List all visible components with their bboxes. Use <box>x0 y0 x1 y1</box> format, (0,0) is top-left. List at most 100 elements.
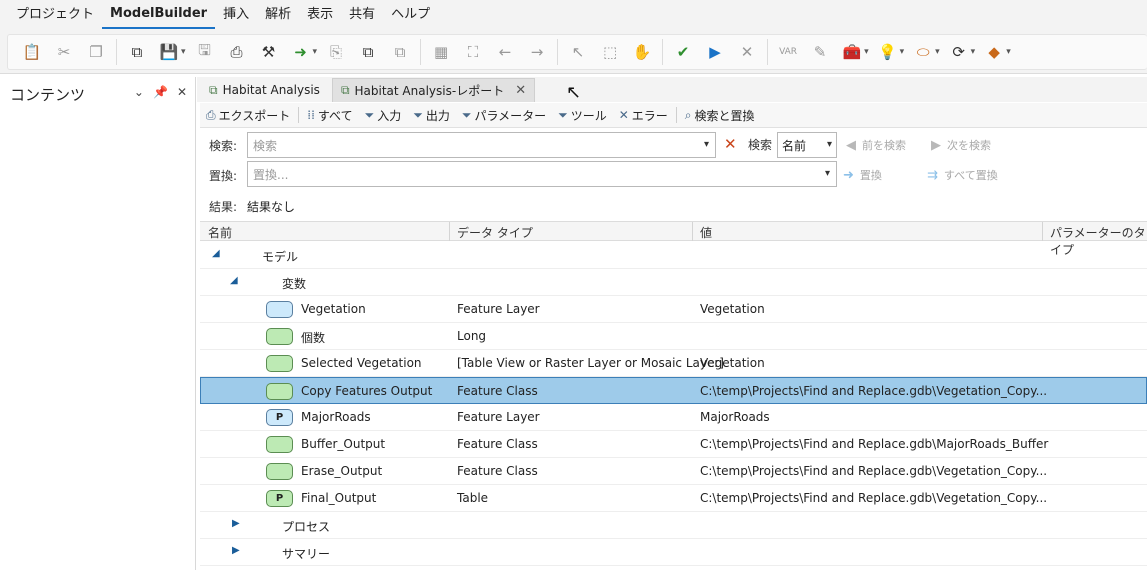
expanded-triangle-icon[interactable]: ◢ <box>230 275 238 286</box>
tab-habitat-analysis[interactable]: ⧉ Habitat Analysis <box>201 78 328 102</box>
output-filter-button[interactable]: ⏷ 出力 <box>413 107 450 124</box>
layout-icon[interactable]: ⧉ <box>389 41 411 63</box>
column-divider[interactable] <box>1042 222 1043 241</box>
fit-icon[interactable]: ⛶ <box>462 41 484 63</box>
table-row[interactable]: Selected Vegetation [Table View or Raste… <box>200 350 1147 377</box>
menu-help[interactable]: ヘルプ <box>383 0 438 30</box>
variable-value: MajorRoads <box>700 410 770 424</box>
variable-icon <box>266 328 293 345</box>
lightbulb-icon[interactable]: 💡 <box>877 41 899 63</box>
tree-row-process[interactable]: ▶ プロセス <box>200 512 1147 539</box>
find-next-button[interactable]: ▶ 次を検索 <box>931 137 991 153</box>
clear-search-icon[interactable]: ✕ <box>724 135 737 153</box>
lightbulb-dropdown-icon[interactable]: ▾ <box>900 47 905 57</box>
toolbox-dropdown-icon[interactable]: ▾ <box>864 47 869 57</box>
iterator-dropdown-icon[interactable]: ▾ <box>971 47 976 57</box>
menu-view[interactable]: 表示 <box>299 0 341 30</box>
menu-analysis[interactable]: 解析 <box>257 0 299 30</box>
tree-row-model[interactable]: ◢ モデル <box>200 242 1147 269</box>
toolbox-icon[interactable]: 🧰 <box>841 41 863 63</box>
menu-modelbuilder[interactable]: ModelBuilder <box>102 1 216 29</box>
table-row[interactable]: P MajorRoads Feature Layer MajorRoads <box>200 404 1147 431</box>
copy-icon[interactable]: ❐ <box>85 41 107 63</box>
replace-input[interactable]: 置換... ▾ <box>247 161 837 187</box>
column-header-name[interactable]: 名前 <box>208 224 232 241</box>
tool-filter-button[interactable]: ⏷ ツール <box>558 107 607 124</box>
next-icon[interactable]: → <box>526 41 548 63</box>
run-icon[interactable]: ▶ <box>704 41 726 63</box>
edit-icon[interactable]: ✎ <box>809 41 831 63</box>
error-filter-button[interactable]: ✕ エラー <box>619 107 668 124</box>
ribbon-separator <box>767 39 769 65</box>
input-filter-button[interactable]: ⏷ 入力 <box>365 107 402 124</box>
table-row-selected[interactable]: Copy Features Output Feature Class C:\te… <box>200 377 1147 404</box>
iterator-icon[interactable]: ⟳ <box>948 41 970 63</box>
menu-share[interactable]: 共有 <box>341 0 383 30</box>
table-row[interactable]: 個数 Long <box>200 323 1147 350</box>
chevron-down-icon[interactable]: ⌄ <box>134 85 144 99</box>
tab-habitat-analysis-report[interactable]: ⧉ Habitat Analysis-レポート ✕ <box>331 78 536 102</box>
table-row[interactable]: P Final_Output Table C:\temp\Projects\Fi… <box>200 485 1147 512</box>
expanded-triangle-icon[interactable]: ◢ <box>212 248 220 259</box>
validate-icon[interactable]: ✔ <box>672 41 694 63</box>
tree-row-variables[interactable]: ◢ 変数 <box>200 269 1147 296</box>
collapsed-triangle-icon[interactable]: ▶ <box>232 518 240 529</box>
table-row[interactable]: Buffer_Output Feature Class C:\temp\Proj… <box>200 431 1147 458</box>
parameter-filter-button[interactable]: ⏷ パラメーター <box>462 107 546 124</box>
utilities-dropdown-icon[interactable]: ▾ <box>1006 47 1011 57</box>
close-tab-icon[interactable]: ✕ <box>515 83 526 98</box>
variable-data-type: Feature Class <box>457 384 538 398</box>
ribbon: 📋 ✂ ❐ ⧉ 💾 ▾ 🖫 ⎙ ⚒ ➜ ▾ ⎘ ⧉ ⧉ ▦ ⛶ ← → ↖ ⬚ ✋ … <box>0 30 1147 74</box>
column-divider[interactable] <box>449 222 450 241</box>
menu-project[interactable]: プロジェクト <box>8 0 102 30</box>
select-all-icon[interactable]: ⬚ <box>599 41 621 63</box>
replace-all-button[interactable]: ⇉ すべて置換 <box>927 167 998 183</box>
chevron-down-icon[interactable]: ▾ <box>825 168 830 179</box>
label-icon[interactable]: ⬭ <box>912 41 934 63</box>
parameter-label: パラメーター <box>474 108 547 123</box>
export-icon[interactable]: ⎙ <box>226 41 248 63</box>
model-group-icon[interactable]: ⧉ <box>357 41 379 63</box>
find-previous-button[interactable]: ◀ 前を検索 <box>846 137 906 153</box>
collapsed-triangle-icon[interactable]: ▶ <box>232 545 240 556</box>
menu-insert[interactable]: 挿入 <box>215 0 257 30</box>
tools-icon[interactable]: ⚒ <box>258 41 280 63</box>
label-dropdown-icon[interactable]: ▾ <box>935 47 940 57</box>
report-icon[interactable]: ⎘ <box>325 41 347 63</box>
table-row[interactable]: Erase_Output Feature Class C:\temp\Proje… <box>200 458 1147 485</box>
ribbon-separator <box>557 39 559 65</box>
column-header-data-type[interactable]: データ タイプ <box>457 224 533 241</box>
close-icon[interactable]: ✕ <box>177 85 187 99</box>
pin-icon[interactable]: 📌 <box>153 85 168 99</box>
variable-name: 個数 <box>301 331 326 345</box>
variable-icon[interactable]: VAR <box>777 41 799 63</box>
pan-icon[interactable]: ✋ <box>631 41 653 63</box>
model-icon[interactable]: ⧉ <box>126 41 148 63</box>
triangle-right-icon: ▶ <box>931 137 941 153</box>
save-icon[interactable]: 💾 <box>158 41 180 63</box>
auto-layout-icon[interactable]: ▦ <box>430 41 452 63</box>
search-button[interactable]: 検索 <box>748 136 772 153</box>
tree-row-summary[interactable]: ▶ サマリー <box>200 539 1147 566</box>
table-row[interactable]: Vegetation Feature Layer Vegetation <box>200 296 1147 323</box>
replace-button[interactable]: ➜ 置換 <box>843 167 882 183</box>
select-icon[interactable]: ↖ <box>567 41 589 63</box>
run-arrow-dropdown-icon[interactable]: ▾ <box>313 47 318 57</box>
column-divider[interactable] <box>692 222 693 241</box>
stop-icon[interactable]: ✕ <box>736 41 758 63</box>
chevron-down-icon[interactable]: ▾ <box>704 139 709 150</box>
save-as-icon[interactable]: 🖫 <box>194 41 216 63</box>
search-by-select[interactable]: 名前 ▾ <box>777 132 837 158</box>
error-filter-icon: ✕ <box>618 108 629 122</box>
save-dropdown-icon[interactable]: ▾ <box>181 47 186 57</box>
cut-icon[interactable]: ✂ <box>53 41 75 63</box>
utilities-icon[interactable]: ◆ <box>983 41 1005 63</box>
previous-icon[interactable]: ← <box>494 41 516 63</box>
export-button[interactable]: ⎙ エクスポート <box>206 107 290 124</box>
find-replace-button[interactable]: ⌕ 検索と置換 <box>685 107 755 124</box>
all-button[interactable]: ⁞⁞ すべて <box>307 107 352 124</box>
search-input[interactable]: 検索 ▾ <box>247 132 716 158</box>
run-arrow-icon[interactable]: ➜ <box>290 41 312 63</box>
column-header-value[interactable]: 値 <box>700 224 712 241</box>
paste-icon[interactable]: 📋 <box>21 41 43 63</box>
